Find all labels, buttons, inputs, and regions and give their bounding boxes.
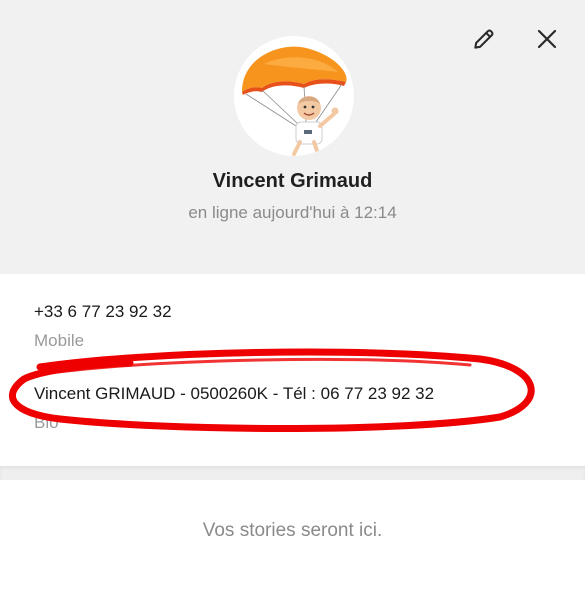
contact-info-section: +33 6 77 23 92 32 Mobile Vincent GRIMAUD… <box>0 274 585 466</box>
last-seen-status: en ligne aujourd'hui à 12:14 <box>188 203 397 222</box>
stories-section: Vos stories seront ici. <box>0 480 585 598</box>
phone-number[interactable]: +33 6 77 23 92 32 <box>34 302 172 322</box>
close-button[interactable] <box>532 24 562 54</box>
edit-button[interactable] <box>469 24 499 54</box>
avatar[interactable] <box>234 36 354 156</box>
pencil-icon <box>474 29 494 49</box>
bio-label: Bio <box>34 413 59 432</box>
close-icon <box>537 29 557 49</box>
phone-row[interactable]: +33 6 77 23 92 32 Mobile <box>34 302 172 351</box>
stories-empty-text: Vos stories seront ici. <box>202 520 383 541</box>
bio-text[interactable]: Vincent GRIMAUD - 0500260K - Tél : 06 77… <box>34 384 434 404</box>
contact-name: Vincent Grimaud <box>212 170 373 192</box>
parachute-avatar-icon <box>242 46 347 156</box>
profile-header: Vincent Grimaud en ligne aujourd'hui à 1… <box>0 0 585 274</box>
bio-row[interactable]: Vincent GRIMAUD - 0500260K - Tél : 06 77… <box>34 384 434 433</box>
section-divider <box>0 466 585 480</box>
phone-label: Mobile <box>34 331 85 350</box>
